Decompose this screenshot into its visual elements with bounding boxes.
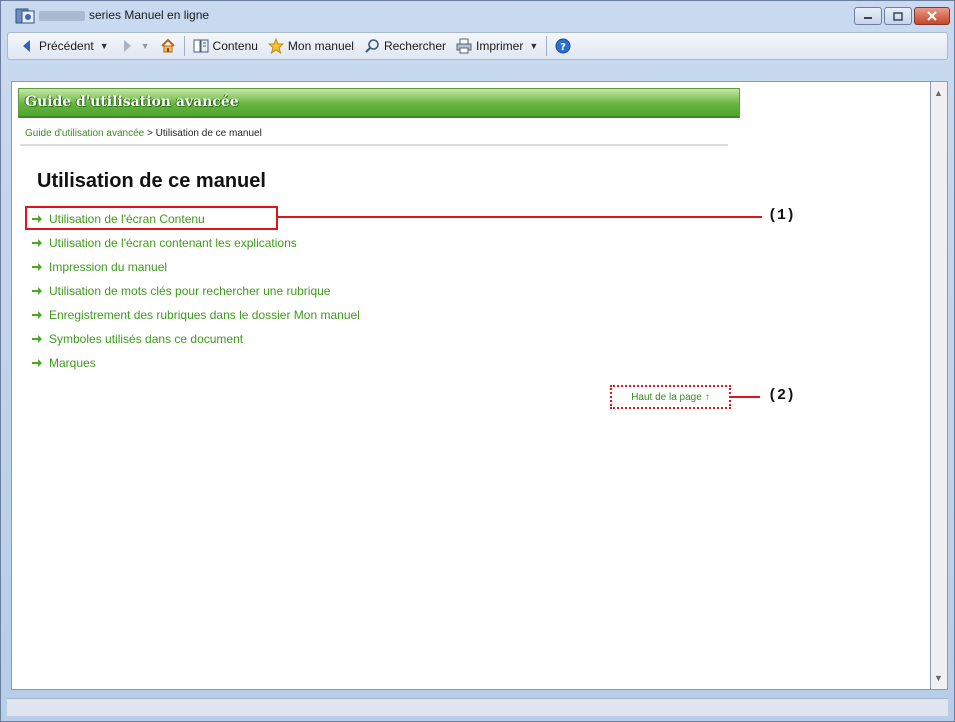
maximize-icon <box>893 11 903 21</box>
content-pane: Guide d'utilisation avancée Guide d'util… <box>11 81 931 690</box>
forward-arrow-icon <box>123 40 131 52</box>
contents-label: Contenu <box>212 39 258 53</box>
star-icon <box>267 38 284 54</box>
topic-link[interactable]: Symboles utilisés dans ce document <box>32 327 360 351</box>
print-label: Imprimer <box>476 39 524 53</box>
green-arrow-icon <box>32 263 42 271</box>
topic-link-label[interactable]: Marques <box>49 356 96 370</box>
banner-title: Guide d'utilisation avancée <box>25 94 239 110</box>
topic-link-label[interactable]: Enregistrement des rubriques dans le dos… <box>49 308 360 322</box>
toolbar-separator <box>546 36 548 56</box>
callout-label-2: (2) <box>768 387 796 404</box>
topic-link-label[interactable]: Symboles utilisés dans ce document <box>49 332 243 346</box>
breadcrumb-current: Utilisation de ce manuel <box>155 128 262 139</box>
topic-link[interactable]: Utilisation de l'écran contenant les exp… <box>32 231 360 255</box>
back-dropdown-icon[interactable]: ▼ <box>100 41 109 51</box>
vertical-scrollbar[interactable]: ▲ ▼ <box>931 81 948 690</box>
callout-label-1: (1) <box>768 207 796 224</box>
topic-link[interactable]: Impression du manuel <box>32 255 360 279</box>
breadcrumb-link[interactable]: Guide d'utilisation avancée <box>25 128 144 139</box>
page-title: Utilisation de ce manuel <box>37 170 266 192</box>
home-icon <box>160 38 175 53</box>
topic-link[interactable]: Enregistrement des rubriques dans le dos… <box>32 303 360 327</box>
svg-text:?: ? <box>560 42 566 53</box>
scroll-up-icon[interactable]: ▲ <box>934 88 943 98</box>
print-button[interactable]: Imprimer ▼ <box>451 35 543 57</box>
green-arrow-icon <box>32 311 42 319</box>
window-controls <box>854 7 950 25</box>
contents-button[interactable]: Contenu <box>188 35 263 57</box>
search-label: Rechercher <box>383 39 446 53</box>
back-button[interactable]: Précédent ▼ <box>14 35 114 57</box>
back-to-top-link[interactable]: Haut de la page ↑ <box>610 385 731 409</box>
forward-button[interactable]: ▼ <box>114 35 155 57</box>
help-button[interactable]: ? <box>550 35 576 57</box>
home-button[interactable] <box>155 35 181 57</box>
help-viewer-icon <box>15 8 35 24</box>
close-icon <box>927 11 937 21</box>
callout-highlight-1 <box>25 206 278 230</box>
green-arrow-icon <box>32 287 42 295</box>
my-manual-button[interactable]: Mon manuel <box>263 35 359 57</box>
printer-icon <box>456 38 472 54</box>
green-arrow-icon <box>32 239 42 247</box>
callout-leader-line-2 <box>731 396 760 398</box>
back-to-top-label[interactable]: Haut de la page <box>631 392 702 403</box>
search-button[interactable]: Rechercher <box>359 35 451 57</box>
maximize-button[interactable] <box>884 7 912 25</box>
green-arrow-icon <box>32 359 42 367</box>
contents-book-icon <box>193 39 209 53</box>
up-arrow-icon: ↑ <box>704 391 710 403</box>
window-title: series Manuel en ligne <box>89 8 210 22</box>
toolbar-separator <box>183 36 185 56</box>
browser-window: series Manuel en ligne Précédent ▼ ▼ Con… <box>0 0 955 722</box>
search-icon <box>365 39 379 53</box>
topic-link[interactable]: Utilisation de mots clés pour rechercher… <box>32 279 360 303</box>
close-button[interactable] <box>914 7 950 25</box>
topic-link-label[interactable]: Utilisation de l'écran contenant les exp… <box>49 236 297 250</box>
status-bar <box>7 698 948 716</box>
obscured-model-name <box>39 11 85 21</box>
topic-link-list: Utilisation de l'écran Contenu Utilisati… <box>32 207 360 375</box>
minimize-icon <box>864 17 872 19</box>
breadcrumb-separator: > <box>147 128 153 139</box>
my-manual-label: Mon manuel <box>287 39 354 53</box>
minimize-button[interactable] <box>854 7 882 25</box>
toolbar: Précédent ▼ ▼ Contenu Mon manuel Recherc… <box>7 32 948 60</box>
section-banner: Guide d'utilisation avancée <box>18 88 740 118</box>
breadcrumb: Guide d'utilisation avancée > Utilisatio… <box>25 128 262 139</box>
topic-link[interactable]: Marques <box>32 351 360 375</box>
back-label: Précédent <box>39 39 94 53</box>
print-dropdown-icon[interactable]: ▼ <box>529 41 538 51</box>
help-icon: ? <box>555 38 571 54</box>
topic-link-label[interactable]: Impression du manuel <box>49 260 167 274</box>
green-arrow-icon <box>32 335 42 343</box>
callout-leader-line-1 <box>278 216 762 218</box>
back-arrow-icon <box>23 40 30 52</box>
topic-link-label[interactable]: Utilisation de mots clés pour rechercher… <box>49 284 330 298</box>
scroll-down-icon[interactable]: ▼ <box>934 673 943 683</box>
divider <box>20 144 728 146</box>
title-bar: series Manuel en ligne <box>1 1 954 31</box>
forward-dropdown-icon[interactable]: ▼ <box>141 41 150 51</box>
